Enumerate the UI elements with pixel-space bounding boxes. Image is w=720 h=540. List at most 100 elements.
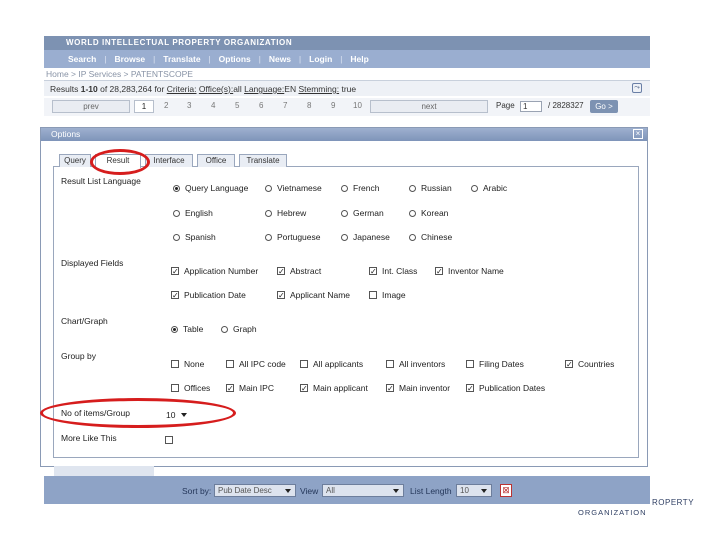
checkbox[interactable] (226, 360, 234, 368)
radio-korean[interactable]: Korean (409, 208, 448, 218)
breadcrumb[interactable]: Home > IP Services > PATENTSCOPE (46, 69, 193, 79)
page-link[interactable]: 8 (307, 101, 311, 110)
language-link[interactable]: Language: (244, 84, 284, 94)
checkbox-abstract[interactable]: Abstract (277, 266, 321, 276)
list-length-select[interactable]: 10 (456, 484, 492, 497)
criteria-link[interactable]: Criteria: (167, 84, 197, 94)
page-link[interactable]: 7 (283, 101, 287, 110)
checkbox[interactable] (171, 360, 179, 368)
radio-table[interactable]: Table (171, 324, 203, 334)
radio-spanish[interactable]: Spanish (173, 232, 216, 242)
checkbox[interactable] (369, 267, 377, 275)
checkbox-more-like-this[interactable] (165, 435, 178, 445)
stemming-link[interactable]: Stemming: (298, 84, 339, 94)
radio-graph[interactable]: Graph (221, 324, 257, 334)
radio-button[interactable] (409, 234, 416, 241)
checkbox[interactable] (466, 360, 474, 368)
nav-options[interactable]: Options (211, 54, 259, 64)
tab-office[interactable]: Office (197, 154, 235, 167)
checkbox[interactable] (171, 291, 179, 299)
page-link[interactable]: 3 (187, 101, 191, 110)
checkbox[interactable] (369, 291, 377, 299)
close-icon[interactable]: × (633, 129, 643, 139)
radio-button[interactable] (171, 326, 178, 333)
checkbox[interactable] (165, 436, 173, 444)
tab-query[interactable]: Query (59, 154, 91, 167)
nav-search[interactable]: Search (60, 54, 104, 64)
page-link[interactable]: 2 (164, 101, 168, 110)
checkbox-main-ipc[interactable]: Main IPC (226, 383, 274, 393)
next-button[interactable]: next (370, 100, 488, 113)
checkbox-all-applicants[interactable]: All applicants (300, 359, 363, 369)
rss-icon[interactable]: ⤳ (632, 83, 642, 93)
radio-portuguese[interactable]: Portuguese (265, 232, 320, 242)
page-link[interactable]: 6 (259, 101, 263, 110)
checkbox-offices[interactable]: Offices (171, 383, 210, 393)
radio-button[interactable] (341, 210, 348, 217)
radio-german[interactable]: German (341, 208, 384, 218)
radio-button[interactable] (221, 326, 228, 333)
radio-button[interactable] (265, 210, 272, 217)
radio-query-language[interactable]: Query Language (173, 183, 248, 193)
checkbox[interactable] (386, 384, 394, 392)
radio-button[interactable] (341, 185, 348, 192)
radio-english[interactable]: English (173, 208, 213, 218)
radio-button[interactable] (409, 185, 416, 192)
page-1-button[interactable]: 1 (134, 100, 154, 113)
checkbox[interactable] (277, 267, 285, 275)
prev-button[interactable]: prev (52, 100, 130, 113)
radio-button[interactable] (265, 234, 272, 241)
sort-select[interactable]: Pub Date Desc (214, 484, 296, 497)
radio-arabic[interactable]: Arabic (471, 183, 507, 193)
radio-button[interactable] (173, 185, 180, 192)
checkbox[interactable] (386, 360, 394, 368)
checkbox[interactable] (565, 360, 573, 368)
checkbox-int-class[interactable]: Int. Class (369, 266, 417, 276)
tab-interface[interactable]: Interface (145, 154, 193, 167)
tab-translate[interactable]: Translate (239, 154, 287, 167)
radio-vietnamese[interactable]: Vietnamese (265, 183, 322, 193)
checkbox-publication-dates[interactable]: Publication Dates (466, 383, 545, 393)
radio-button[interactable] (409, 210, 416, 217)
checkbox[interactable] (171, 267, 179, 275)
radio-french[interactable]: French (341, 183, 379, 193)
checkbox[interactable] (300, 360, 308, 368)
radio-button[interactable] (173, 234, 180, 241)
checkbox[interactable] (435, 267, 443, 275)
radio-hebrew[interactable]: Hebrew (265, 208, 306, 218)
nav-login[interactable]: Login (301, 54, 340, 64)
checkbox-all-inventors[interactable]: All inventors (386, 359, 445, 369)
nav-news[interactable]: News (261, 54, 299, 64)
page-link[interactable]: 4 (211, 101, 215, 110)
checkbox-none[interactable]: None (171, 359, 204, 369)
page-link[interactable]: 9 (331, 101, 335, 110)
page-link[interactable]: 10 (353, 101, 362, 110)
radio-button[interactable] (471, 185, 478, 192)
checkbox-main-applicant[interactable]: Main applicant (300, 383, 368, 393)
offices-link[interactable]: Office(s): (199, 84, 233, 94)
checkbox[interactable] (466, 384, 474, 392)
radio-button[interactable] (265, 185, 272, 192)
checkbox-countries[interactable]: Countries (565, 359, 614, 369)
checkbox-publication-date[interactable]: Publication Date (171, 290, 246, 300)
checkbox-all-ipc-code[interactable]: All IPC code (226, 359, 286, 369)
nav-translate[interactable]: Translate (155, 54, 208, 64)
checkbox-main-inventor[interactable]: Main inventor (386, 383, 450, 393)
radio-button[interactable] (173, 210, 180, 217)
page-link[interactable]: 5 (235, 101, 239, 110)
checkbox[interactable] (171, 384, 179, 392)
view-select[interactable]: All (322, 484, 404, 497)
go-button[interactable]: Go > (590, 100, 618, 113)
checkbox-applicant-name[interactable]: Applicant Name (277, 290, 350, 300)
checkbox-application-number[interactable]: Application Number (171, 266, 258, 276)
checkbox-filing-dates[interactable]: Filing Dates (466, 359, 524, 369)
pdf-icon[interactable]: ⊠ (500, 484, 512, 497)
radio-russian[interactable]: Russian (409, 183, 452, 193)
radio-button[interactable] (341, 234, 348, 241)
page-input[interactable]: 1 (520, 101, 542, 112)
checkbox[interactable] (300, 384, 308, 392)
nav-browse[interactable]: Browse (106, 54, 153, 64)
checkbox[interactable] (277, 291, 285, 299)
checkbox-inventor-name[interactable]: Inventor Name (435, 266, 504, 276)
checkbox[interactable] (226, 384, 234, 392)
